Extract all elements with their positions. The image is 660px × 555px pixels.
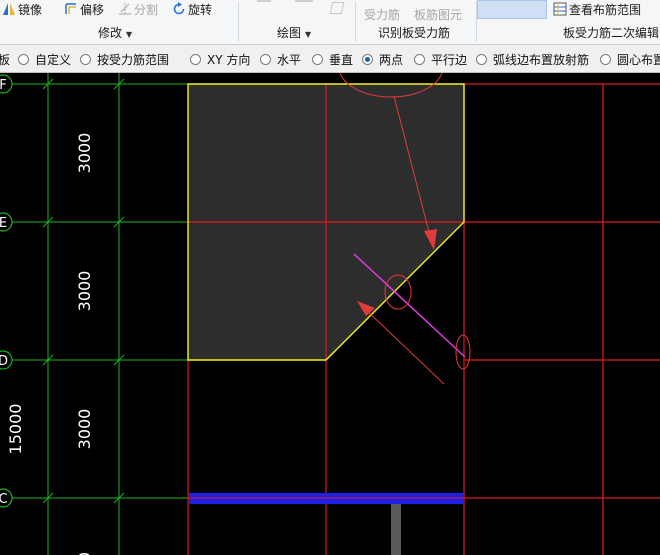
layout-options-toolbar: 板 自定义 按受力筋范围 XY 方向 水平 垂直 两点 平行边 弧线边布置放射筋…	[0, 45, 660, 73]
axis-label-d: D	[0, 354, 8, 369]
radio-icon[interactable]	[600, 53, 611, 65]
radio-icon[interactable]	[260, 53, 271, 65]
identify-group: 受力筋 板筋图元 识别板受力筋	[356, 0, 476, 44]
axis-label-c: C	[0, 492, 8, 507]
rotate-icon	[172, 2, 186, 16]
offset-icon	[64, 2, 78, 16]
rotate-label: 旋转	[188, 2, 213, 17]
option-xy-direction[interactable]: XY 方向	[190, 51, 250, 67]
axis-bubble-e[interactable]: E	[0, 212, 13, 232]
option-center-layout[interactable]: 圆心布置	[600, 51, 660, 67]
view-rebar-range-button[interactable]: 查看布筋范围	[553, 1, 641, 17]
option-label: 水平	[277, 52, 302, 67]
axis-bubble-c[interactable]: C	[0, 488, 13, 508]
option-two-points[interactable]: 两点	[362, 51, 403, 67]
split-button[interactable]: 分割	[118, 1, 158, 17]
identify-rebar-label: 受力筋	[364, 7, 401, 22]
mirror-button[interactable]: 镜像	[2, 1, 42, 17]
option-slab[interactable]: 板	[0, 51, 10, 67]
edit-group: 查看布筋范围 板受力筋二次编辑	[477, 0, 660, 44]
view-range-icon	[553, 2, 567, 16]
draw-tool-placeholder-icon[interactable]	[295, 0, 313, 2]
option-label: 平行边	[431, 52, 468, 67]
option-parallel-edge[interactable]: 平行边	[414, 51, 467, 67]
draw-tool-placeholder-icon[interactable]	[257, 0, 271, 2]
dimension-text-span-3: 3000	[75, 409, 94, 450]
ribbon: 镜像 偏移 分割 旋转 修改 ▼ 绘图 ▼ 受力筋 板筋图元 识别板受力筋 查看…	[0, 0, 660, 45]
radio-icon[interactable]	[312, 53, 323, 65]
identify-slab-rebar-button[interactable]: 板筋图元	[414, 6, 462, 22]
gray-column[interactable]	[391, 504, 401, 555]
axis-label-f: F	[0, 78, 7, 93]
split-icon	[118, 2, 132, 16]
option-arc-radial[interactable]: 弧线边布置放射筋	[476, 51, 589, 67]
axis-label-e: E	[0, 216, 7, 231]
view-range-label: 查看布筋范围	[569, 2, 642, 17]
mirror-icon	[2, 2, 16, 16]
option-label: XY 方向	[207, 52, 251, 67]
edit-group-label: 板受力筋二次编辑	[563, 26, 660, 40]
option-custom[interactable]: 自定义	[18, 51, 71, 67]
option-label: 板	[0, 51, 10, 68]
radio-icon[interactable]	[414, 53, 425, 65]
identify-rebar-button[interactable]: 受力筋	[364, 6, 400, 22]
identify-group-label: 识别板受力筋	[378, 26, 451, 40]
option-horizontal[interactable]: 水平	[260, 51, 301, 67]
draw-tool-placeholder-icon[interactable]	[329, 2, 345, 14]
offset-label: 偏移	[80, 2, 105, 17]
drawing-canvas[interactable]: F E D C 3000 3000 3000 15000 0	[0, 73, 660, 555]
option-label: 弧线边布置放射筋	[493, 52, 590, 67]
option-label: 圆心布置	[617, 52, 660, 67]
option-label: 垂直	[329, 52, 354, 67]
identify-slab-rebar-label: 板筋图元	[414, 7, 463, 22]
dimension-text-span-1: 3000	[75, 133, 94, 174]
radio-selected-icon[interactable]	[362, 53, 373, 65]
radio-icon[interactable]	[476, 53, 487, 65]
offset-button[interactable]: 偏移	[64, 1, 104, 17]
dimension-text-total: 15000	[6, 404, 25, 455]
option-by-rebar-range[interactable]: 按受力筋范围	[80, 51, 169, 67]
dropdown-icon: ▼	[305, 30, 312, 39]
radio-icon[interactable]	[80, 53, 91, 65]
dropdown-icon: ▼	[126, 30, 133, 39]
option-vertical[interactable]: 垂直	[312, 51, 353, 67]
option-label: 按受力筋范围	[97, 52, 170, 67]
modify-group-label[interactable]: 修改 ▼	[98, 24, 132, 40]
axis-bubble-d[interactable]: D	[0, 350, 13, 370]
mirror-label: 镜像	[18, 2, 43, 17]
radio-icon[interactable]	[18, 53, 29, 65]
dimension-text-span-2: 3000	[75, 271, 94, 312]
rotate-button[interactable]: 旋转	[172, 1, 212, 17]
draw-group-label[interactable]: 绘图 ▼	[277, 24, 311, 40]
radio-icon[interactable]	[190, 53, 201, 65]
axis-bubble-f[interactable]: F	[0, 74, 13, 94]
draw-group: 绘图 ▼	[239, 0, 355, 44]
split-label: 分割	[134, 2, 159, 17]
option-label: 两点	[379, 52, 404, 67]
active-tool-button[interactable]	[477, 0, 547, 19]
modify-group: 镜像 偏移 分割 旋转 修改 ▼	[0, 0, 238, 44]
option-label: 自定义	[35, 52, 72, 67]
